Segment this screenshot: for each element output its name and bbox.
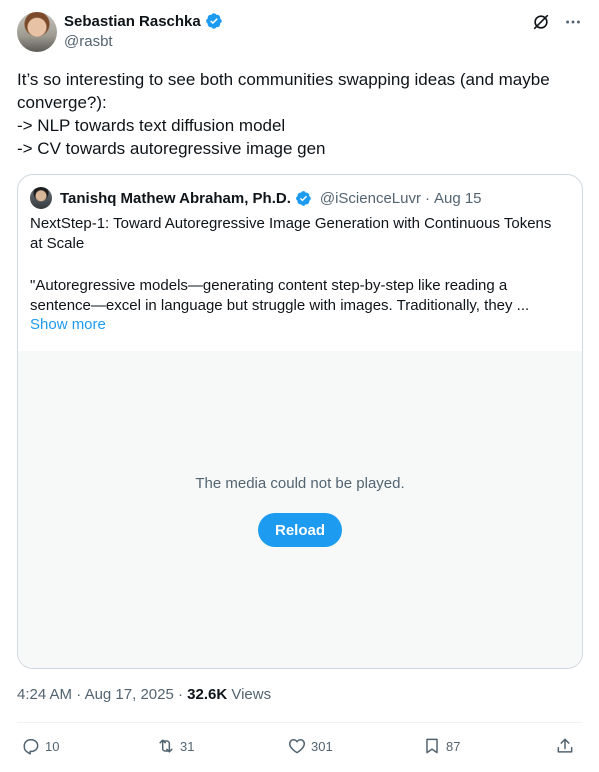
author-avatar[interactable]: [17, 12, 57, 52]
media-error-message: The media could not be played.: [195, 475, 405, 492]
quoted-date: Aug 15: [433, 189, 482, 207]
repost-button[interactable]: 31: [156, 736, 194, 756]
verified-badge-icon: [295, 190, 311, 206]
meta-separator: ·: [76, 686, 82, 703]
more-icon[interactable]: [563, 12, 583, 32]
quoted-separator: ·: [424, 189, 430, 207]
verified-badge-icon: [205, 13, 222, 29]
quoted-tweet-excerpt: "Autoregressive models—generating conten…: [30, 277, 530, 314]
tweet-time[interactable]: 4:24 AM: [17, 686, 72, 703]
author-handle[interactable]: @rasbt: [64, 33, 113, 50]
quoted-tweet-title: NextStep-1: Toward Autoregressive Image …: [30, 215, 552, 252]
reply-count: 10: [45, 738, 60, 754]
quoted-author-handle: @iScienceLuvr: [319, 189, 421, 207]
like-button[interactable]: 301: [287, 736, 333, 756]
repost-count: 31: [180, 738, 195, 754]
divider: [17, 722, 582, 723]
share-icon: [557, 738, 573, 753]
quoted-tweet[interactable]: Tanishq Mathew Abraham, Ph.D. @iScienceL…: [17, 174, 583, 669]
quoted-tweet-header: Tanishq Mathew Abraham, Ph.D. @iScienceL…: [30, 187, 482, 209]
action-bar: 10 31 301 87: [17, 736, 582, 760]
like-count: 301: [311, 738, 333, 754]
views-count[interactable]: 32.6K: [187, 686, 227, 703]
quoted-author-avatar: [30, 187, 52, 209]
bookmark-button[interactable]: 87: [422, 736, 460, 756]
reply-button[interactable]: 10: [21, 736, 59, 756]
tweet-text: It’s so interesting to see both communit…: [17, 70, 550, 158]
quoted-author-name: Tanishq Mathew Abraham, Ph.D.: [60, 189, 291, 207]
author-name-text[interactable]: Sebastian Raschka: [64, 13, 201, 30]
bookmark-icon: [426, 738, 438, 754]
repost-icon: [159, 739, 173, 753]
reload-button[interactable]: Reload: [258, 513, 342, 547]
author-name[interactable]: Sebastian Raschka: [64, 12, 223, 30]
share-button[interactable]: [555, 736, 575, 756]
meta-separator: ·: [177, 686, 183, 703]
views-label: Views: [231, 686, 272, 703]
show-more-link[interactable]: Show more: [30, 316, 106, 333]
media-player[interactable]: The media could not be played. Reload: [18, 351, 582, 668]
heart-icon: [288, 739, 306, 754]
bookmark-count: 87: [446, 738, 461, 754]
tweet-date[interactable]: Aug 17, 2025: [85, 686, 174, 703]
grok-icon[interactable]: [531, 12, 551, 32]
reply-icon: [23, 739, 39, 755]
tweet-meta: 4:24 AM · Aug 17, 2025 · 32.6K Views: [17, 686, 271, 703]
top-actions: [531, 12, 583, 32]
